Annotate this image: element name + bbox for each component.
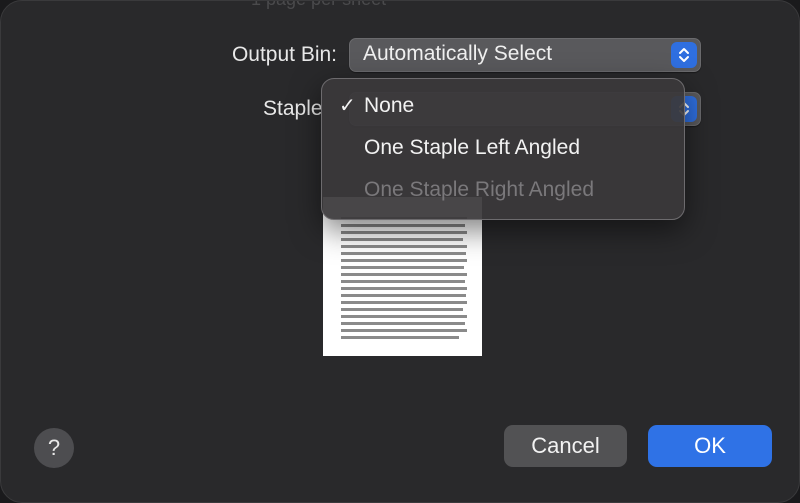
page-preview <box>323 197 482 356</box>
preview-text-lines <box>341 217 467 339</box>
output-bin-popup[interactable]: Automatically Select <box>349 38 701 72</box>
staple-label: Staple <box>263 97 323 120</box>
output-bin-value: Automatically Select <box>363 42 553 65</box>
cancel-button[interactable]: Cancel <box>504 425 627 467</box>
staple-menu: ✓ None One Staple Left Angled One Staple… <box>321 78 685 220</box>
staple-menu-item-left-angled[interactable]: One Staple Left Angled <box>322 129 684 169</box>
help-button[interactable]: ? <box>34 428 74 468</box>
output-bin-label: Output Bin: <box>231 43 337 66</box>
pages-per-sheet-text: 1 page per sheet <box>251 1 386 10</box>
menu-item-label: One Staple Left Angled <box>364 136 580 159</box>
ok-button[interactable]: OK <box>648 425 772 467</box>
checkmark-icon: ✓ <box>339 95 356 117</box>
up-down-chevron-icon <box>671 42 697 68</box>
staple-menu-item-none[interactable]: ✓ None <box>322 87 684 127</box>
menu-item-label: None <box>364 94 415 117</box>
menu-item-label: One Staple Right Angled <box>364 178 594 201</box>
print-dialog-sheet: 1 page per sheet Output Bin: Automatical… <box>0 0 800 503</box>
staple-menu-item-right-angled: One Staple Right Angled <box>322 171 684 211</box>
